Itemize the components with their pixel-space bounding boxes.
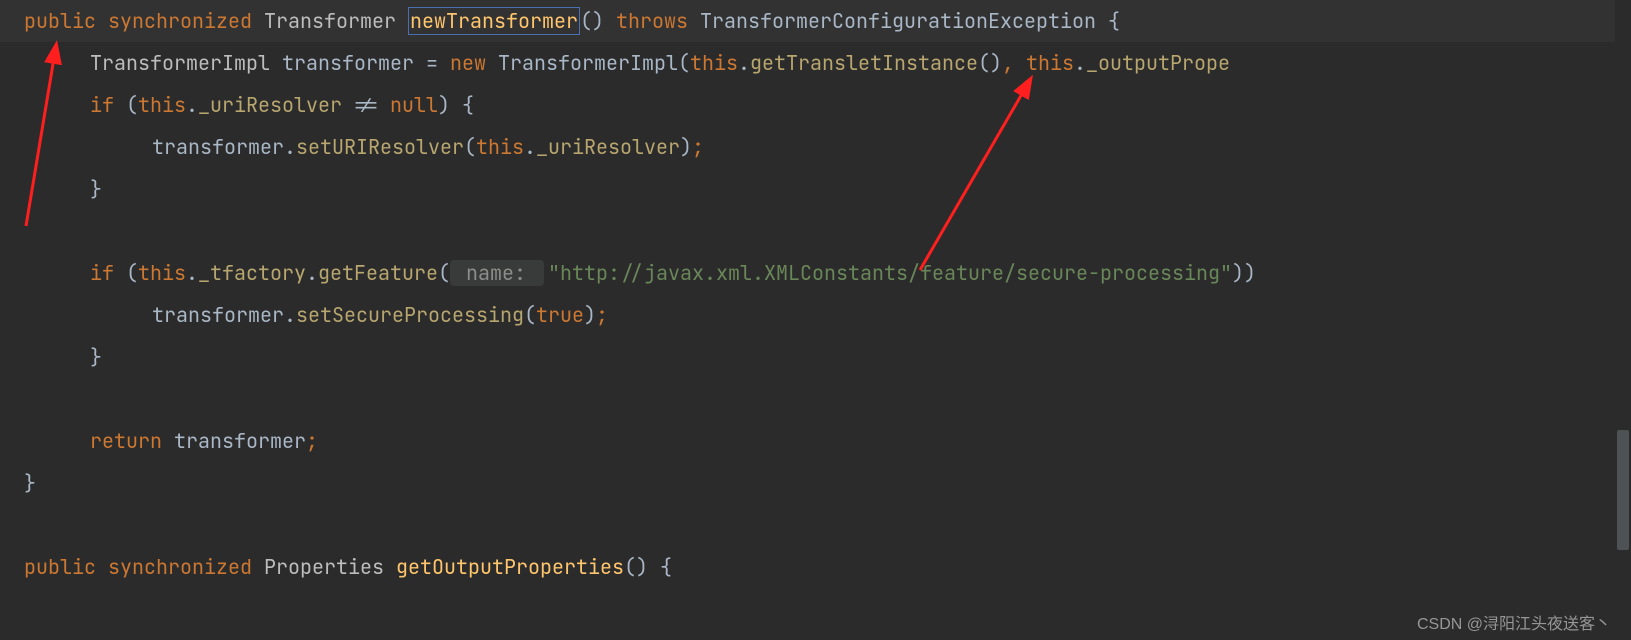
parens-brace: () {	[624, 554, 672, 580]
keyword-synchronized: synchronized	[108, 8, 252, 34]
field-ref: _uriResolver	[198, 92, 342, 118]
keyword-throws: throws	[616, 8, 688, 34]
code-line[interactable]: return transformer;	[0, 420, 1631, 462]
paren-close: ))	[1232, 260, 1256, 286]
parens: ()	[978, 50, 1002, 76]
identifier: transformer.	[152, 302, 296, 328]
identifier: transformer	[162, 428, 306, 454]
keyword-this: this	[138, 92, 186, 118]
paren-brace: ) {	[438, 92, 474, 118]
code-line[interactable]: transformer.setURIResolver(this._uriReso…	[0, 126, 1631, 168]
watermark-text: CSDN @浔阳江头夜送客丶	[1417, 610, 1611, 634]
keyword-synchronized: synchronized	[108, 554, 252, 580]
field-ref: _tfactory	[198, 260, 306, 286]
code-line-blank[interactable]	[0, 504, 1631, 546]
code-line[interactable]: }	[0, 168, 1631, 210]
dot: .	[186, 92, 198, 118]
code-line[interactable]: if (this._tfactory.getFeature( name: "ht…	[0, 252, 1631, 294]
keyword-this: this	[1026, 50, 1074, 76]
method-call: setSecureProcessing	[296, 302, 524, 328]
field-ref: _outputPrope	[1086, 50, 1230, 76]
code-line[interactable]: transformer.setSecureProcessing(true);	[0, 294, 1631, 336]
method-name-highlighted[interactable]: newTransformer	[408, 7, 580, 35]
semicolon: ;	[596, 302, 608, 328]
semicolon: ;	[692, 134, 704, 160]
dot: .	[738, 50, 750, 76]
string-literal: "http://javax.xml.XMLConstants/feature/s…	[548, 260, 1232, 286]
method-call: getTransletInstance	[750, 50, 978, 76]
keyword-if: if	[90, 260, 126, 286]
parameter-hint: name:	[450, 260, 544, 286]
dot: .	[1074, 50, 1086, 76]
method-name: getOutputProperties	[396, 554, 624, 580]
paren-open: (	[126, 260, 138, 286]
brace-close: }	[24, 470, 36, 496]
code-line[interactable]: public synchronized Properties getOutput…	[0, 546, 1631, 588]
keyword-if: if	[90, 92, 126, 118]
semicolon: ;	[306, 428, 318, 454]
dot: .	[524, 134, 536, 160]
code-line[interactable]: public synchronized Transformer newTrans…	[0, 0, 1631, 42]
code-line[interactable]: }	[0, 462, 1631, 504]
identifier: transformer.	[152, 134, 296, 160]
parens: ()	[580, 8, 604, 34]
code-line-blank[interactable]	[0, 210, 1631, 252]
keyword-this: this	[138, 260, 186, 286]
code-editor[interactable]: public synchronized Transformer newTrans…	[0, 0, 1631, 640]
paren-close: )	[680, 134, 692, 160]
keyword-this: this	[690, 50, 738, 76]
space	[486, 50, 498, 76]
keyword-null: null	[390, 92, 438, 118]
comma: ,	[1002, 50, 1026, 76]
brace-open: {	[1096, 8, 1120, 34]
return-type: Transformer	[264, 8, 408, 34]
dot: .	[306, 260, 318, 286]
paren-open: (	[438, 260, 450, 286]
type: TransformerImpl	[90, 50, 270, 76]
return-type: Properties	[264, 554, 396, 580]
paren-open: (	[524, 302, 536, 328]
paren-close: )	[584, 302, 596, 328]
paren-open: (	[126, 92, 138, 118]
keyword-public: public	[24, 8, 96, 34]
constructor: TransformerImpl	[498, 50, 678, 76]
code-line[interactable]: if (this._uriResolver != null) {	[0, 84, 1631, 126]
paren-open: (	[464, 134, 476, 160]
keyword-this: this	[476, 134, 524, 160]
code-line[interactable]: TransformerImpl transformer = new Transf…	[0, 42, 1631, 84]
paren-open: (	[678, 50, 690, 76]
method-call: setURIResolver	[296, 134, 464, 160]
method-call: getFeature	[318, 260, 438, 286]
keyword-new: new	[450, 50, 486, 76]
brace-close: }	[90, 344, 102, 370]
keyword-public: public	[24, 554, 96, 580]
operator: !=	[342, 92, 390, 118]
vertical-scrollbar[interactable]	[1615, 0, 1631, 640]
scrollbar-thumb[interactable]	[1617, 430, 1629, 550]
identifier: transformer =	[270, 50, 450, 76]
exception-type: TransformerConfigurationException	[700, 8, 1096, 34]
brace-close: }	[90, 176, 102, 202]
keyword-true: true	[536, 302, 584, 328]
code-line-blank[interactable]	[0, 378, 1631, 420]
dot: .	[186, 260, 198, 286]
field-ref: _uriResolver	[536, 134, 680, 160]
code-line[interactable]: }	[0, 336, 1631, 378]
keyword-return: return	[90, 428, 162, 454]
